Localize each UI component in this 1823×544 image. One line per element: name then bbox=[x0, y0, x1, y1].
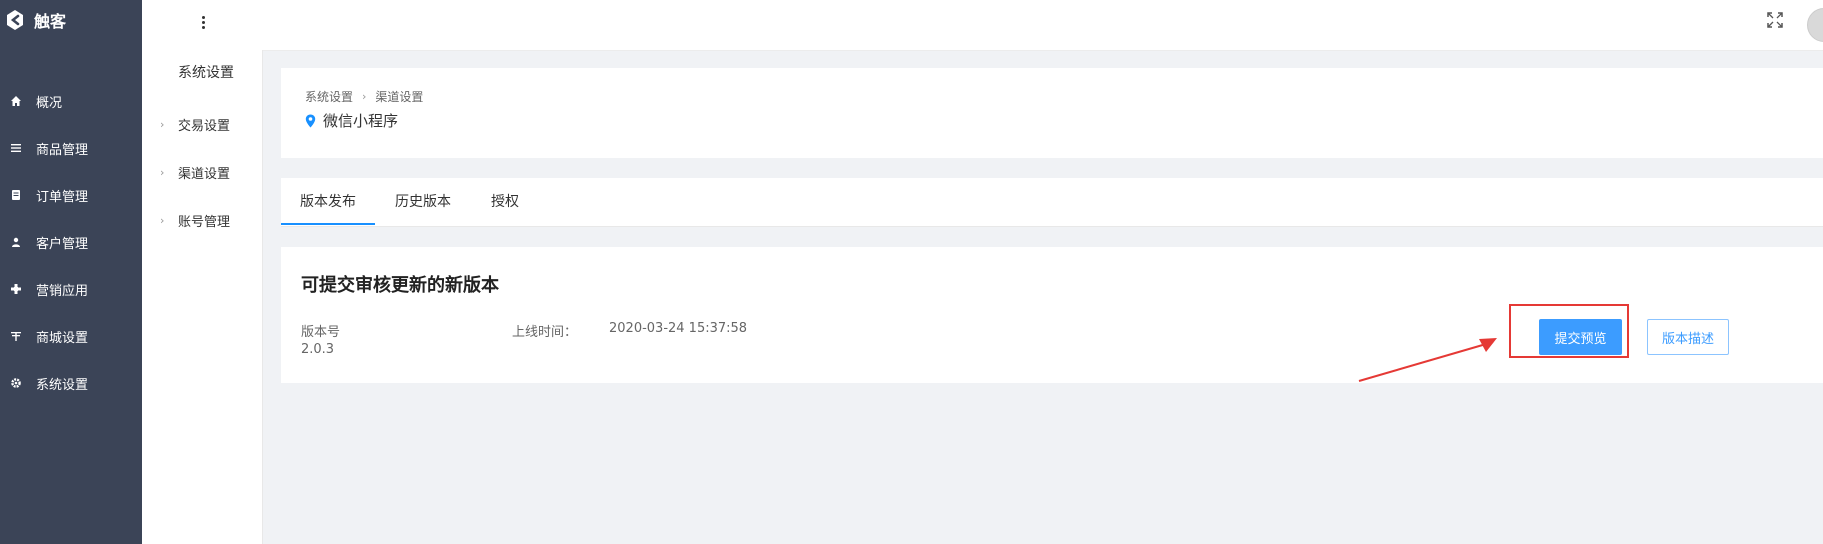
logo-icon bbox=[7, 10, 23, 30]
sidebar-item-customers[interactable]: 客户管理 bbox=[0, 227, 142, 257]
tab-version-release[interactable]: 版本发布 bbox=[300, 178, 356, 224]
sidebar-item-overview[interactable]: 概况 bbox=[0, 86, 142, 116]
list-icon bbox=[9, 141, 23, 155]
user-icon bbox=[9, 235, 23, 249]
home-icon bbox=[9, 94, 23, 108]
version-description-button[interactable]: 版本描述 bbox=[1647, 319, 1729, 355]
tab-label: 版本发布 bbox=[300, 194, 356, 210]
sidebar-item-marketing[interactable]: 营销应用 bbox=[0, 274, 142, 304]
breadcrumb-item-system-settings[interactable]: 系统设置 bbox=[305, 88, 353, 105]
sidebar-item-orders[interactable]: 订单管理 bbox=[0, 180, 142, 210]
breadcrumb: 系统设置 › 渠道设置 bbox=[305, 88, 423, 105]
subnav-title: 系统设置 bbox=[178, 65, 234, 81]
brand[interactable]: 触客 bbox=[0, 0, 142, 40]
chevron-right-icon: › bbox=[160, 165, 165, 179]
sidebar-item-label: 概况 bbox=[36, 95, 63, 111]
release-card: 可提交审核更新的新版本 版本号 2.0.3 上线时间： 2020-03-24 1… bbox=[281, 247, 1823, 383]
sidebar-item-label: 订单管理 bbox=[36, 189, 89, 205]
tab-label: 授权 bbox=[491, 194, 519, 210]
subnav-item-label: 交易设置 bbox=[178, 118, 231, 134]
subnav-item-label: 账号管理 bbox=[178, 214, 231, 230]
release-title: 可提交审核更新的新版本 bbox=[301, 275, 499, 296]
active-tab-indicator bbox=[281, 223, 375, 225]
release-time-label: 上线时间： bbox=[512, 325, 578, 340]
chevron-right-icon: › bbox=[160, 213, 165, 227]
sidebar-item-label: 商品管理 bbox=[36, 142, 89, 158]
avatar[interactable] bbox=[1807, 8, 1823, 42]
brand-name: 触客 bbox=[34, 12, 67, 31]
puzzle-icon bbox=[9, 282, 23, 296]
subnav-item-trade-settings[interactable]: › 交易设置 bbox=[142, 111, 262, 137]
page-header-card: 系统设置 › 渠道设置 微信小程序 bbox=[281, 68, 1823, 158]
tab-history-versions[interactable]: 历史版本 bbox=[395, 178, 451, 224]
sidebar-item-label: 系统设置 bbox=[36, 377, 89, 393]
sub-sidebar: 系统设置 › 交易设置 › 渠道设置 › 账号管理 bbox=[142, 50, 263, 544]
submit-preview-button[interactable]: 提交预览 bbox=[1539, 319, 1622, 355]
tab-label: 历史版本 bbox=[395, 194, 451, 210]
sidebar-item-label: 营销应用 bbox=[36, 283, 89, 299]
subnav-item-label: 渠道设置 bbox=[178, 166, 231, 182]
more-vertical-icon[interactable] bbox=[197, 12, 209, 32]
document-icon bbox=[9, 188, 23, 202]
tabs-bar: 版本发布 历史版本 授权 bbox=[281, 178, 1823, 227]
sidebar-item-label: 客户管理 bbox=[36, 236, 89, 252]
sidebar-item-system-settings[interactable]: 系统设置 bbox=[0, 368, 142, 398]
location-pin-icon bbox=[305, 114, 316, 127]
fullscreen-icon[interactable] bbox=[1765, 10, 1785, 30]
version-value: 2.0.3 bbox=[301, 342, 335, 357]
breadcrumb-item-channel-settings[interactable]: 渠道设置 bbox=[375, 88, 423, 105]
sidebar-item-products[interactable]: 商品管理 bbox=[0, 133, 142, 163]
release-time-value: 2020-03-24 15:37:58 bbox=[609, 321, 748, 336]
page-title: 微信小程序 bbox=[305, 110, 398, 131]
chevron-right-icon: › bbox=[160, 117, 165, 131]
gear-icon bbox=[9, 376, 23, 390]
subnav-item-channel-settings[interactable]: › 渠道设置 bbox=[142, 159, 262, 185]
version-label: 版本号 bbox=[301, 325, 341, 340]
top-header bbox=[142, 0, 1823, 51]
tab-authorization[interactable]: 授权 bbox=[491, 178, 519, 224]
breadcrumb-separator-icon: › bbox=[362, 90, 367, 103]
main-sidebar: 触客 概况 商品管理 订单管理 客户管理 营销应用 商城设置 系统设置 bbox=[0, 0, 142, 544]
subnav-item-account-management[interactable]: › 账号管理 bbox=[142, 207, 262, 233]
sidebar-item-mall-settings[interactable]: 商城设置 bbox=[0, 321, 142, 351]
page-title-text: 微信小程序 bbox=[323, 112, 399, 130]
sidebar-item-label: 商城设置 bbox=[36, 330, 89, 346]
shop-icon bbox=[9, 329, 23, 343]
